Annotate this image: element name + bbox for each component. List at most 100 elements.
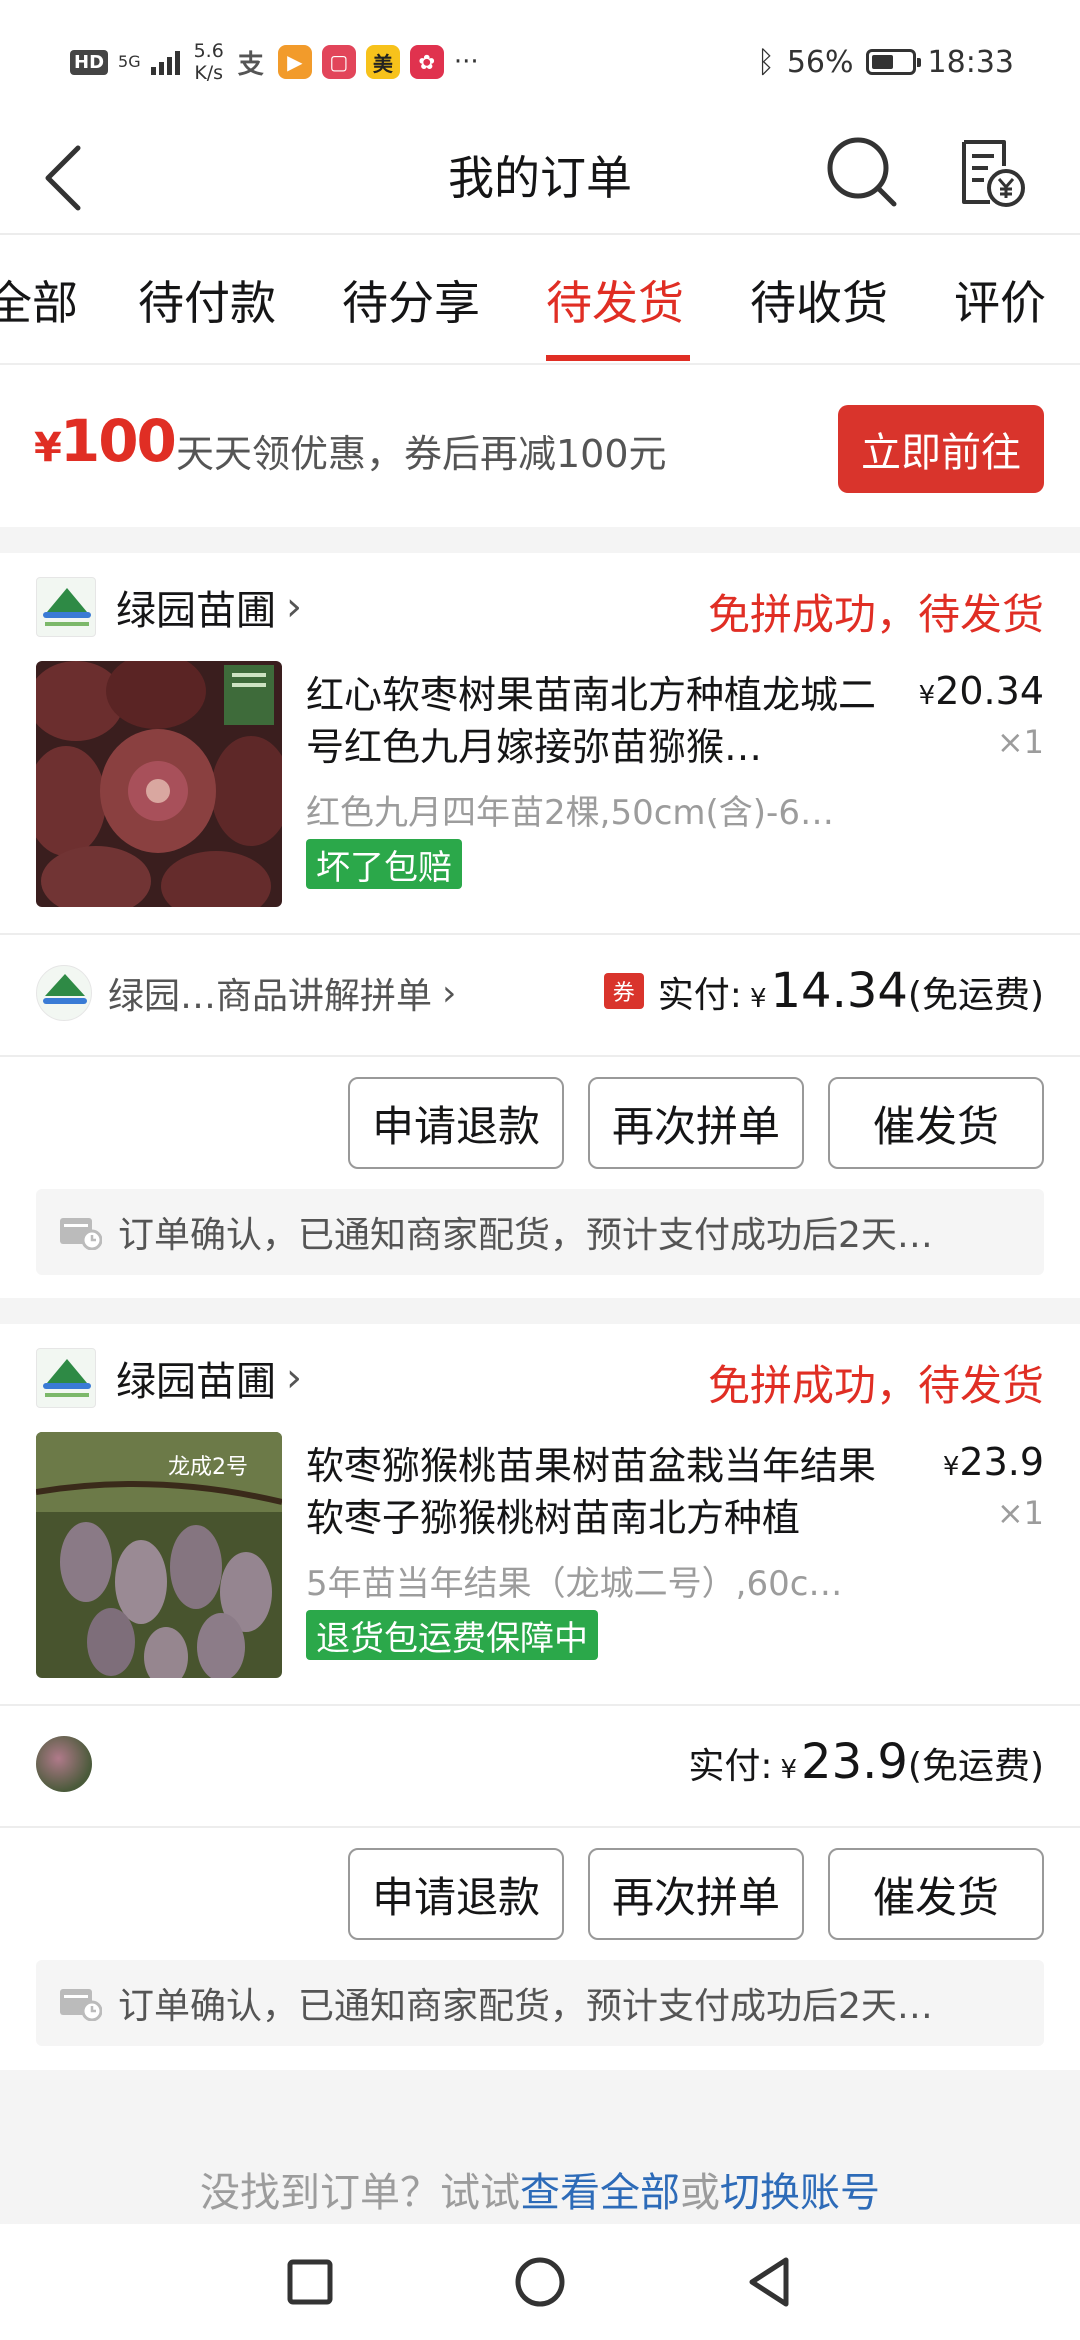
price-value: 20.34 bbox=[935, 669, 1044, 713]
footer-prefix: 没找到订单？试试 bbox=[200, 2170, 520, 2216]
price-currency: ¥ bbox=[942, 1452, 960, 1482]
shop-logo bbox=[36, 577, 96, 637]
speed-value: 5.6 bbox=[193, 40, 224, 62]
order-tabs: 全部 待付款 待分享 待发货 待收货 评价 bbox=[0, 237, 1080, 365]
tab-pending-share[interactable]: 待分享 bbox=[342, 267, 480, 333]
paid-currency: ¥ bbox=[780, 1755, 798, 1785]
system-back-button[interactable] bbox=[740, 2252, 800, 2312]
order-notice-icon bbox=[60, 1989, 102, 2021]
clock: 18:33 bbox=[927, 44, 1014, 80]
shop-header[interactable]: 绿园苗圃 › bbox=[36, 1348, 302, 1408]
notice-text: 订单确认，已通知商家配货，预计支付成功后2天… bbox=[118, 1986, 933, 2027]
order-status: 免拼成功，待发货 bbox=[707, 1361, 1044, 1410]
shop-logo bbox=[36, 1348, 96, 1408]
price-currency: ¥ bbox=[918, 681, 936, 711]
nav-bar: 我的订单 bbox=[0, 120, 1080, 235]
product-quantity: ×1 bbox=[996, 1494, 1044, 1532]
search-icon bbox=[827, 137, 897, 207]
order-notice[interactable]: 订单确认，已通知商家配货，预计支付成功后2天… bbox=[36, 1189, 1044, 1275]
battery-percent: 56% bbox=[786, 44, 854, 80]
order-card[interactable]: 绿园苗圃 › 免拼成功，待发货 红心软枣树果苗南北方种植龙城二号红色九月嫁接弥苗… bbox=[0, 553, 1080, 1298]
speed-unit: K/s bbox=[194, 62, 224, 84]
notice-text: 订单确认，已通知商家配货，预计支付成功后2天… bbox=[118, 1215, 933, 1256]
shipping-note: (免运费) bbox=[907, 975, 1044, 1016]
payment-row: 绿园…商品讲解拼单 › 券 实付: ¥ 14.34 (免运费) bbox=[0, 935, 1080, 1055]
video-app-icon: ▶ bbox=[277, 45, 312, 79]
bill-button[interactable] bbox=[950, 132, 1030, 212]
group-info[interactable] bbox=[36, 1736, 92, 1792]
meituan-icon: 美 bbox=[365, 45, 400, 79]
status-bar: HD 5G 5.6 K/s 支 ▶ ▢ 美 ✿ ··· ᛒ 56% 18:33 bbox=[0, 0, 1080, 120]
product-price: ¥23.9 bbox=[943, 1440, 1044, 1484]
view-all-link[interactable]: 查看全部 bbox=[520, 2170, 680, 2216]
product-title[interactable]: 软枣猕猴桃苗果树苗盆栽当年结果软枣子猕猴桃树苗南北方种植 bbox=[306, 1440, 906, 1544]
order-notice-icon bbox=[60, 1218, 102, 1250]
order-card[interactable]: 绿园苗圃 › 免拼成功，待发货 龙成2号 软枣猕猴桃苗果树苗盆栽当年结果软枣子猕… bbox=[0, 1324, 1080, 2070]
battery-icon bbox=[865, 49, 921, 75]
product-quantity: ×1 bbox=[996, 723, 1044, 761]
urge-shipment-button[interactable]: 催发货 bbox=[828, 1077, 1044, 1169]
tab-pending-receipt[interactable]: 待收货 bbox=[750, 267, 888, 333]
shipping-note: (免运费) bbox=[907, 1746, 1044, 1787]
divider bbox=[0, 1826, 1080, 1828]
active-tab-indicator bbox=[546, 355, 690, 361]
hd-badge: HD bbox=[70, 49, 109, 75]
system-navigation-bar bbox=[0, 2224, 1080, 2340]
shop-header[interactable]: 绿园苗圃 › bbox=[36, 577, 302, 637]
tab-pending-payment[interactable]: 待付款 bbox=[138, 267, 276, 333]
refund-button[interactable]: 申请退款 bbox=[348, 1848, 564, 1940]
coupon-text: 天天领优惠，券后再减100元 bbox=[176, 432, 667, 476]
order-status: 免拼成功，待发货 bbox=[707, 590, 1044, 639]
chevron-right-icon: › bbox=[286, 1355, 302, 1401]
page-title: 我的订单 bbox=[448, 151, 632, 205]
switch-account-link[interactable]: 切换账号 bbox=[720, 2170, 880, 2216]
urge-shipment-button[interactable]: 催发货 bbox=[828, 1848, 1044, 1940]
group-info[interactable]: 绿园…商品讲解拼单 › bbox=[36, 965, 456, 1021]
home-button[interactable] bbox=[510, 2252, 570, 2312]
payment-row: 实付: ¥ 23.9 (免运费) bbox=[0, 1706, 1080, 1826]
refund-button[interactable]: 申请退款 bbox=[348, 1077, 564, 1169]
tab-all[interactable]: 全部 bbox=[0, 267, 78, 333]
kiwi-vine-image: 龙成2号 bbox=[36, 1432, 282, 1678]
avatar bbox=[36, 1736, 92, 1792]
divider bbox=[0, 1055, 1080, 1057]
network-speed: 5.6 K/s bbox=[194, 40, 224, 84]
paid-value: 23.9 bbox=[801, 1734, 908, 1790]
coupon-currency: ¥ bbox=[34, 425, 62, 471]
paid-label: 实付: bbox=[657, 975, 742, 1016]
chevron-right-icon: › bbox=[442, 972, 457, 1014]
paid-currency: ¥ bbox=[749, 984, 767, 1014]
reorder-button[interactable]: 再次拼单 bbox=[588, 1848, 804, 1940]
product-image[interactable] bbox=[36, 661, 282, 907]
shop-name: 绿园苗圃 bbox=[116, 588, 276, 634]
product-spec: 5年苗当年结果（龙城二号）,60c… bbox=[306, 1564, 843, 1604]
section-gap bbox=[0, 527, 1080, 553]
coupon-used-badge: 券 bbox=[603, 973, 644, 1009]
guarantee-tag: 退货包运费保障中 bbox=[306, 1610, 598, 1660]
order-notice[interactable]: 订单确认，已通知商家配货，预计支付成功后2天… bbox=[36, 1960, 1044, 2046]
tab-pending-shipment[interactable]: 待发货 bbox=[546, 267, 684, 333]
footer-hint: 没找到订单？试试查看全部或切换账号 bbox=[0, 2160, 1080, 2218]
product-price: ¥20.34 bbox=[919, 669, 1044, 713]
bill-icon bbox=[962, 140, 1025, 207]
group-text: 绿园…商品讲解拼单 bbox=[108, 976, 433, 1017]
kiwi-fruit-image bbox=[36, 661, 282, 907]
tab-review[interactable]: 评价 bbox=[954, 267, 1046, 333]
section-gap bbox=[0, 1298, 1080, 1324]
coupon-value: 100 bbox=[59, 407, 177, 475]
gift-app-icon: ✿ bbox=[409, 45, 444, 79]
network-indicator: 5G bbox=[118, 54, 141, 70]
search-button[interactable] bbox=[822, 132, 902, 212]
shop-small-logo bbox=[36, 965, 92, 1021]
product-title[interactable]: 红心软枣树果苗南北方种植龙城二号红色九月嫁接弥苗猕猴… bbox=[306, 669, 906, 773]
recent-apps-button[interactable] bbox=[280, 2252, 340, 2312]
coupon-banner: ¥100 天天领优惠，券后再减100元 立即前往 bbox=[0, 367, 1080, 527]
status-left: HD 5G 5.6 K/s 支 ▶ ▢ 美 ✿ ··· bbox=[70, 40, 479, 84]
chevron-right-icon: › bbox=[286, 584, 302, 630]
reorder-button[interactable]: 再次拼单 bbox=[588, 1077, 804, 1169]
network-type: 5G bbox=[118, 52, 141, 71]
image-caption: 龙成2号 bbox=[168, 1455, 248, 1480]
product-image[interactable]: 龙成2号 bbox=[36, 1432, 282, 1678]
go-now-button[interactable]: 立即前往 bbox=[838, 405, 1044, 493]
coupon-amount: ¥100 bbox=[34, 407, 177, 475]
